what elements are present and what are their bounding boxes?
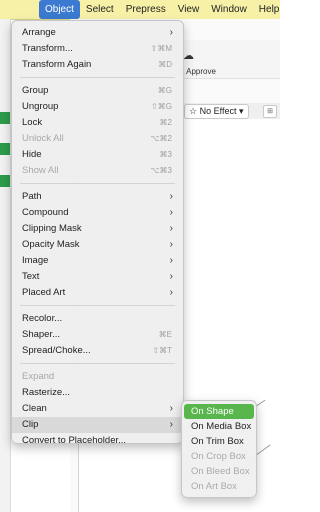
panel-marker: [0, 112, 10, 124]
menu-item-label: Group: [22, 85, 49, 96]
clip-submenu: On Shape On Media Box On Trim Box On Cro…: [181, 400, 257, 498]
menu-item-text[interactable]: Text ›: [12, 269, 183, 285]
menu-separator: [20, 305, 175, 306]
chevron-right-icon: ›: [169, 239, 173, 250]
menu-item-label: Clean: [22, 403, 47, 414]
menu-item-placed-art[interactable]: Placed Art ›: [12, 285, 183, 301]
menu-item-label: Compound: [22, 207, 69, 218]
menu-item-clip[interactable]: Clip ›: [12, 417, 183, 433]
chevron-right-icon: ›: [169, 403, 173, 414]
chevron-right-icon: ›: [169, 255, 173, 266]
menu-item-transform-again[interactable]: Transform Again ⌘D: [12, 57, 183, 73]
menu-item-label: Clipping Mask: [22, 223, 82, 234]
menu-item-compound[interactable]: Compound ›: [12, 205, 183, 221]
menu-item-label: Arrange: [22, 27, 56, 38]
menu-item-label: Clip: [22, 419, 39, 430]
submenu-item-on-shape[interactable]: On Shape: [184, 404, 254, 419]
shortcut-label: ⇧⌘M: [150, 44, 172, 53]
menu-separator: [20, 363, 175, 364]
effect-select[interactable]: ☆ No Effect ▾: [184, 104, 249, 119]
panel-marker: [0, 175, 10, 187]
menu-item-clipping-mask[interactable]: Clipping Mask ›: [12, 221, 183, 237]
menu-item-label: Hide: [22, 149, 42, 160]
menu-prepress[interactable]: Prepress: [120, 0, 172, 19]
menu-item-unlock-all: Unlock All ⌥⌘2: [12, 131, 183, 147]
menu-item-label: Ungroup: [22, 101, 59, 112]
menu-item-spread-choke[interactable]: Spread/Choke... ⇧⌘T: [12, 343, 183, 359]
menu-item-path[interactable]: Path ›: [12, 189, 183, 205]
menu-item-label: Path: [22, 191, 42, 202]
menu-item-show-all: Show All ⌥⌘3: [12, 163, 183, 179]
menu-item-label: Expand: [22, 371, 55, 382]
submenu-item-on-art-box: On Art Box: [191, 481, 237, 492]
shortcut-label: ⌘E: [158, 330, 172, 339]
menu-item-label: Rasterize...: [22, 387, 71, 398]
chevron-right-icon: ›: [169, 191, 173, 202]
shortcut-label: ⌘2: [159, 118, 172, 127]
menu-bar: Object Select Prepress View Window Help: [0, 0, 280, 20]
chevron-right-icon: ›: [169, 27, 173, 38]
options-icon[interactable]: ⊞: [263, 105, 277, 118]
shortcut-label: ⌘D: [158, 60, 172, 69]
star-icon: ☆: [189, 106, 198, 116]
menu-item-recolor[interactable]: Recolor...: [12, 311, 183, 327]
menu-item-label: Transform...: [22, 43, 73, 54]
shortcut-label: ⌘3: [159, 150, 172, 159]
chevron-right-icon: ›: [169, 207, 173, 218]
menu-item-label: Convert to Placeholder...: [22, 435, 127, 446]
menu-view[interactable]: View: [172, 0, 206, 19]
approve-label[interactable]: & Approve: [179, 67, 216, 76]
chevron-down-icon: ▾: [238, 106, 244, 116]
chevron-right-icon: ›: [169, 271, 173, 282]
submenu-item-on-trim-box[interactable]: On Trim Box: [184, 434, 254, 449]
shortcut-label: ⌥⌘2: [150, 134, 172, 143]
menu-item-label: Text: [22, 271, 40, 282]
menu-window[interactable]: Window: [205, 0, 253, 19]
menu-item-ungroup[interactable]: Ungroup ⇧⌘G: [12, 99, 183, 115]
menu-item-transform[interactable]: Transform... ⇧⌘M: [12, 41, 183, 57]
panel-marker: [0, 143, 10, 155]
menu-item-label: Unlock All: [22, 133, 64, 144]
menu-item-label: Placed Art: [22, 287, 66, 298]
shortcut-label: ⇧⌘T: [152, 346, 172, 355]
menu-item-label: Recolor...: [22, 313, 63, 324]
effect-select-value: No Effect: [199, 106, 237, 116]
menu-separator: [20, 183, 175, 184]
menu-object[interactable]: Object: [39, 0, 80, 19]
shortcut-label: ⌘G: [157, 86, 172, 95]
menu-item-label: Show All: [22, 165, 59, 176]
menu-item-label: Transform Again: [22, 59, 92, 70]
object-menu: Arrange › Transform... ⇧⌘M Transform Again…: [11, 20, 184, 446]
submenu-item-on-crop-box: On Crop Box: [191, 451, 246, 462]
menu-item-label: Lock: [22, 117, 43, 128]
menu-separator: [20, 77, 175, 78]
left-panel-strip: [0, 19, 11, 512]
approve-icon[interactable]: ☁: [183, 49, 194, 62]
menu-item-shaper[interactable]: Shaper... ⌘E: [12, 327, 183, 343]
menu-item-lock[interactable]: Lock ⌘2: [12, 115, 183, 131]
chevron-right-icon: ›: [169, 223, 173, 234]
menu-help[interactable]: Help: [253, 0, 286, 19]
menu-item-label: Opacity Mask: [22, 239, 80, 250]
menu-item-label: Spread/Choke...: [22, 345, 91, 356]
submenu-item-on-media-box[interactable]: On Media Box: [184, 419, 254, 434]
menu-item-rasterize[interactable]: Rasterize...: [12, 385, 183, 401]
menu-item-image[interactable]: Image ›: [12, 253, 183, 269]
menu-item-label: Shaper...: [22, 329, 61, 340]
menu-item-label: Image: [22, 255, 49, 266]
menu-item-hide[interactable]: Hide ⌘3: [12, 147, 183, 163]
menu-item-opacity-mask[interactable]: Opacity Mask ›: [12, 237, 183, 253]
menu-item-arrange[interactable]: Arrange ›: [12, 25, 183, 41]
menu-item-clean[interactable]: Clean ›: [12, 401, 183, 417]
menu-item-expand: Expand: [12, 369, 183, 385]
shortcut-label: ⇧⌘G: [151, 102, 172, 111]
chevron-right-icon: ›: [169, 287, 173, 298]
menu-item-group[interactable]: Group ⌘G: [12, 83, 183, 99]
menu-select[interactable]: Select: [80, 0, 120, 19]
chevron-right-icon: ›: [169, 419, 173, 430]
menu-item-convert-to-placeholder[interactable]: Convert to Placeholder...: [12, 433, 183, 449]
submenu-item-on-bleed-box: On Bleed Box: [191, 466, 250, 477]
shortcut-label: ⌥⌘3: [150, 166, 172, 175]
